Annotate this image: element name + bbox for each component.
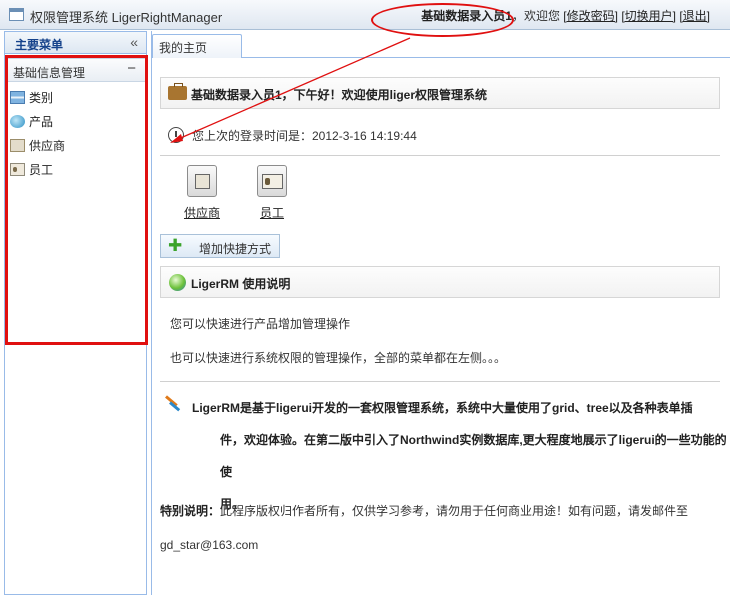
shortcut-label: 供应商 <box>183 206 220 220</box>
employee-icon <box>257 165 287 197</box>
usage-header: LigerRM 使用说明 <box>160 266 720 298</box>
sidebar-item-product[interactable]: 产品 <box>5 109 146 133</box>
divider <box>160 155 720 156</box>
logout-link[interactable]: [退出] <box>679 9 710 23</box>
plus-icon: ✚ <box>168 236 183 255</box>
usage-title: LigerRM 使用说明 <box>191 277 291 291</box>
sidebar-title: 主要菜单 <box>15 38 64 52</box>
supplier-icon <box>187 165 217 197</box>
collapse-sidebar-icon[interactable]: « <box>130 34 138 50</box>
collapse-group-icon[interactable]: − <box>127 60 136 77</box>
add-shortcut-button[interactable]: ✚ 增加快捷方式 <box>160 234 280 258</box>
title-bar: 权限管理系统 LigerRightManager 基础数据录入员1，欢迎您 [修… <box>0 0 730 30</box>
shortcut-label: 员工 <box>259 206 284 220</box>
tab-strip: 我的主页 <box>152 31 730 58</box>
tab-home[interactable]: 我的主页 <box>152 34 242 58</box>
sidebar-item-label: 产品 <box>29 114 54 129</box>
intro-line: 件，欢迎体验。在第二版中引入了Northwind实例数据库,更大程度地展示了li… <box>220 433 727 479</box>
last-login-text: 您上次的登录时间是：2012-3-16 14:19:44 <box>192 129 417 143</box>
sidebar-menu: 类别 产品 供应商 员工 <box>5 82 146 181</box>
sidebar-item-label: 类别 <box>29 90 54 105</box>
supplier-icon <box>10 138 25 152</box>
sidebar-item-category[interactable]: 类别 <box>5 85 146 109</box>
main-panel: 我的主页 基础数据录入员1，下午好！欢迎使用liger权限管理系统 您上次的登录… <box>151 31 730 595</box>
arrows-icon <box>164 393 184 411</box>
current-user-name: 基础数据录入员1 <box>421 9 512 23</box>
sidebar-header: 主要菜单 « <box>5 32 146 54</box>
shortcut-supplier[interactable]: 供应商 <box>172 165 232 221</box>
usage-line: 您可以快速进行产品增加管理操作 <box>170 317 351 331</box>
switch-user-link[interactable]: [切换用户] <box>621 9 676 23</box>
note-label: 特别说明： <box>160 504 221 518</box>
usage-line: 也可以快速进行系统权限的管理操作，全部的菜单都在左侧。。。 <box>170 351 507 365</box>
intro-line: LigerRM是基于ligerui开发的一套权限管理系统，系统中大量使用了gri… <box>192 401 693 415</box>
clock-icon <box>168 127 184 143</box>
briefcase-icon <box>168 83 187 100</box>
special-note: 特别说明：此程序版权归作者所有，仅供学习参考，请勿用于任何商业用途！如有问题，请… <box>160 494 720 562</box>
sidebar-item-label: 供应商 <box>29 138 66 153</box>
add-shortcut-label: 增加快捷方式 <box>199 242 272 256</box>
note-text: 此程序版权归作者所有，仅供学习参考，请勿用于任何商业用途！如有问题，请发邮件至 <box>220 504 689 518</box>
category-icon <box>10 90 25 104</box>
sidebar-item-label: 员工 <box>29 162 54 177</box>
divider <box>160 381 720 382</box>
welcome-text: ，欢迎您 <box>511 9 560 23</box>
app-title: 权限管理系统 LigerRightManager <box>30 10 223 25</box>
greeting-text: 基础数据录入员1，下午好！欢迎使用liger权限管理系统 <box>191 88 488 102</box>
product-icon <box>10 114 25 128</box>
globe-icon <box>169 274 186 291</box>
sidebar: 主要菜单 « 基础信息管理 − 类别 产品 供应商 员工 <box>4 31 147 595</box>
sidebar-item-supplier[interactable]: 供应商 <box>5 133 146 157</box>
shortcut-employee[interactable]: 员工 <box>242 165 302 221</box>
menu-group-header[interactable]: 基础信息管理 − <box>5 58 146 82</box>
window-icon <box>9 8 24 21</box>
change-password-link[interactable]: [修改密码] <box>563 9 618 23</box>
employee-icon <box>10 162 25 176</box>
user-toolbar: 基础数据录入员1，欢迎您 [修改密码] [切换用户] [退出] <box>421 7 710 24</box>
sidebar-item-employee[interactable]: 员工 <box>5 157 146 181</box>
greeting-header: 基础数据录入员1，下午好！欢迎使用liger权限管理系统 <box>160 77 720 109</box>
menu-group-title: 基础信息管理 <box>13 66 86 80</box>
note-email: gd_star@163.com <box>160 538 259 552</box>
